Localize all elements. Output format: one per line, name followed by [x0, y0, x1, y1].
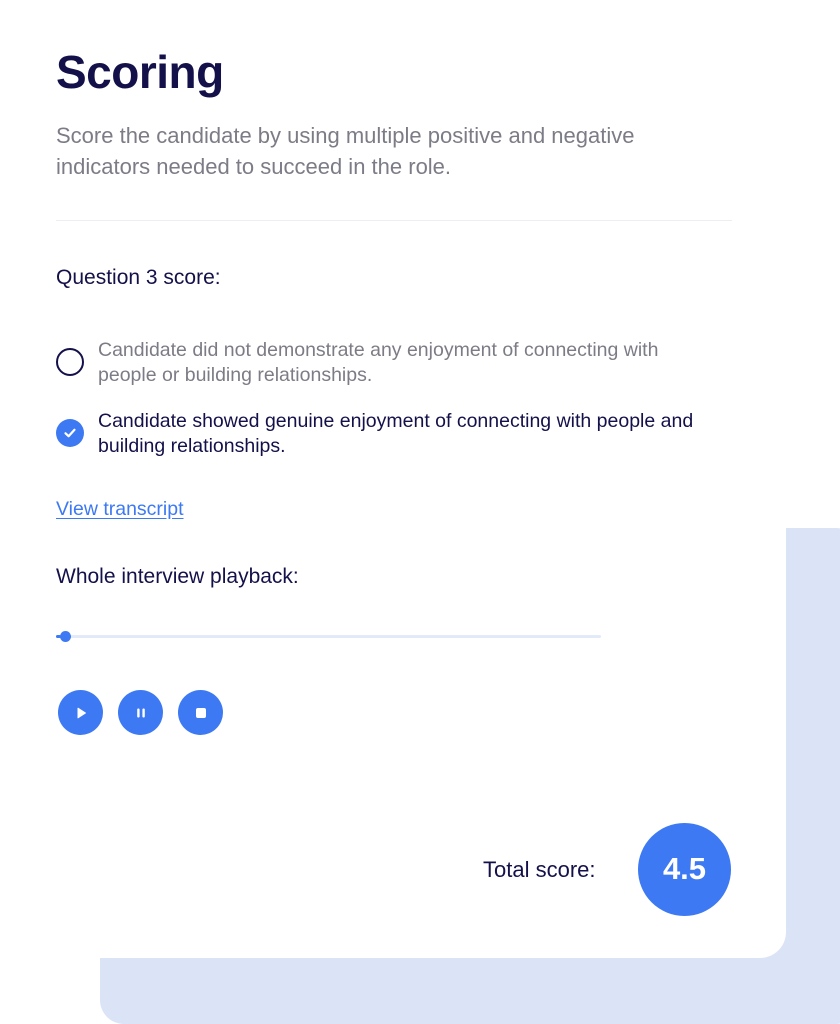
checkmark-icon	[64, 428, 76, 438]
divider	[56, 220, 732, 221]
radio-checked-icon[interactable]	[56, 419, 84, 447]
playback-scrubber-handle[interactable]	[60, 631, 72, 642]
radio-unchecked-icon[interactable]	[56, 348, 84, 376]
total-score-label: Total score:	[483, 857, 596, 882]
play-icon	[77, 707, 86, 718]
score-option-label: Candidate did not demonstrate any enjoym…	[98, 339, 659, 386]
pause-button[interactable]	[118, 690, 163, 735]
question-label: Question 3 score:	[56, 266, 221, 289]
playback-progress-track[interactable]	[56, 631, 601, 642]
view-transcript-link[interactable]: View transcript	[56, 498, 184, 521]
playback-controls	[58, 690, 223, 735]
total-score-value: 4.5	[662, 850, 707, 886]
pause-icon	[136, 708, 145, 717]
stop-icon	[195, 707, 206, 718]
page-title: Scoring	[56, 46, 224, 98]
score-option-positive[interactable]: Candidate showed genuine enjoyment of co…	[56, 409, 718, 459]
score-option-negative[interactable]: Candidate did not demonstrate any enjoym…	[56, 338, 718, 388]
play-button[interactable]	[58, 690, 103, 735]
page-subtitle: Score the candidate by using multiple po…	[56, 123, 635, 179]
total-score-badge: 4.5	[638, 823, 731, 916]
stop-button[interactable]	[178, 690, 223, 735]
scoring-card: Scoring Score the candidate by using mul…	[0, 0, 786, 958]
score-option-label: Candidate showed genuine enjoyment of co…	[98, 410, 694, 457]
playback-label: Whole interview playback:	[56, 565, 299, 588]
